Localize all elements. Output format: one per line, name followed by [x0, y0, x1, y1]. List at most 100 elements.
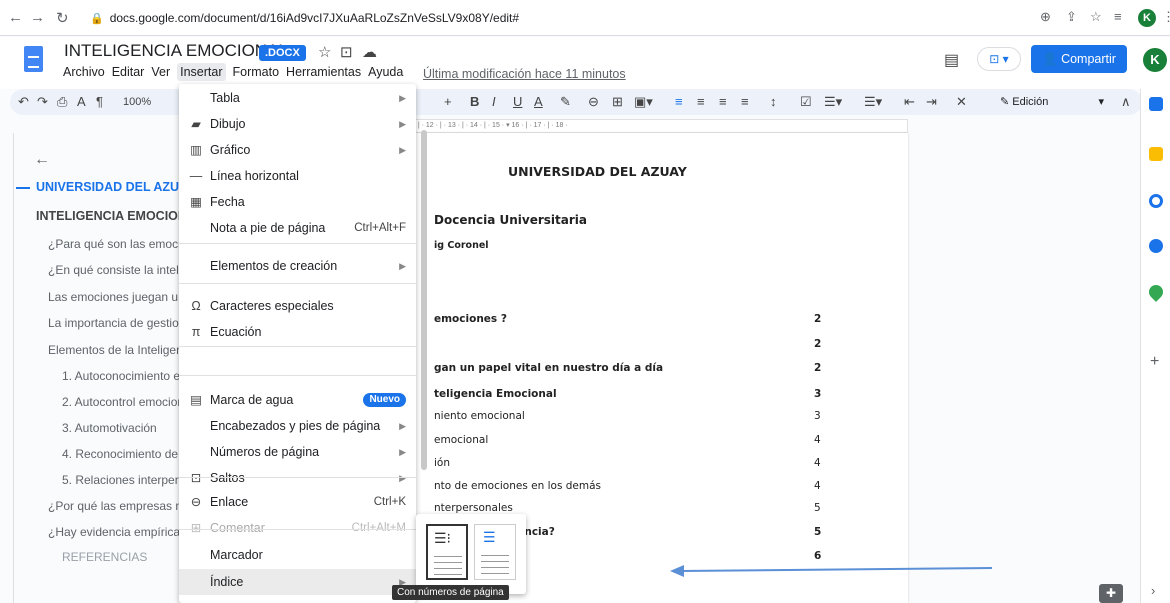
menu-item-fecha[interactable]: ▦ Fecha: [179, 189, 416, 215]
contacts-app-icon[interactable]: [1149, 239, 1163, 253]
redo-icon[interactable]: ↷: [37, 94, 48, 110]
menu-item-elementos-de-creacion[interactable]: Elementos de creación ▶: [179, 253, 416, 279]
reload-icon[interactable]: ↻: [56, 9, 69, 27]
outline-item[interactable]: INTELIGENCIA EMOCION: [36, 209, 187, 223]
menu-item-tabla[interactable]: Tabla ▶: [179, 85, 416, 111]
menu-editar[interactable]: Editar: [112, 65, 145, 79]
menu-item-caracteres-especiales[interactable]: Ω Caracteres especiales: [179, 293, 416, 319]
star-icon[interactable]: ☆: [318, 43, 331, 61]
outline-item[interactable]: UNIVERSIDAD DEL AZUA: [36, 180, 188, 194]
menu-item-numeros-de-pagina[interactable]: Números de página ▶: [179, 439, 416, 465]
text-color-icon[interactable]: A: [534, 94, 543, 109]
clear-formatting-icon[interactable]: ✕: [956, 94, 967, 110]
outline-item[interactable]: ¿En qué consiste la intelig: [48, 263, 188, 277]
toc-entry-text[interactable]: gan un papel vital en nuestro día a día: [434, 362, 663, 374]
browser-menu-icon[interactable]: ⋮: [1162, 9, 1170, 25]
add-addon-icon[interactable]: +: [1150, 353, 1159, 371]
increase-indent-icon[interactable]: ⇥: [926, 94, 937, 110]
menu-scrollbar[interactable]: [421, 130, 427, 470]
outline-item[interactable]: Elementos de la Inteligenc: [48, 343, 189, 357]
outline-item[interactable]: 2. Autocontrol emocior: [62, 395, 181, 409]
menu-formato[interactable]: Formato: [233, 65, 280, 79]
share-button[interactable]: 👤 Compartir: [1031, 45, 1127, 73]
toc-entry-page[interactable]: 2: [814, 338, 821, 350]
numbered-list-icon[interactable]: ☰▾: [864, 94, 882, 110]
outline-item[interactable]: Las emociones juegan un: [48, 290, 185, 304]
toc-with-page-numbers-option[interactable]: ☰⁝: [426, 524, 468, 580]
zoom-select[interactable]: 100%: [123, 96, 151, 108]
menu-item-nota-a-pie-de-pagina[interactable]: Nota a pie de página Ctrl+Alt+F: [179, 215, 416, 241]
bookmark-star-icon[interactable]: ☆: [1090, 9, 1102, 25]
checklist-icon[interactable]: ☑: [800, 94, 812, 110]
outline-item[interactable]: 1. Autoconocimiento er: [62, 369, 184, 383]
last-modified-link[interactable]: Última modificación hace 11 minutos: [423, 67, 626, 81]
menu-item-marca-de-agua[interactable]: ▤ Marca de agua Nuevo: [179, 387, 416, 413]
comments-icon[interactable]: ▤: [944, 50, 959, 70]
toc-entry-text[interactable]: emocional: [434, 434, 488, 446]
toc-entry-page[interactable]: 4: [814, 457, 821, 469]
menu-item-marcador[interactable]: Marcador: [179, 542, 416, 568]
outline-item[interactable]: ¿Para qué son las emocio: [48, 237, 187, 251]
tasks-app-icon[interactable]: [1149, 194, 1163, 208]
toc-entry-page[interactable]: 3: [814, 410, 821, 422]
outline-item[interactable]: 4. Reconocimiento de e: [62, 447, 188, 461]
docs-logo-icon[interactable]: [24, 46, 43, 72]
insert-link-icon[interactable]: ⊖: [588, 94, 599, 110]
print-icon[interactable]: ⎙: [57, 94, 67, 110]
toc-entry-text[interactable]: ión: [434, 457, 450, 469]
toc-entry-page[interactable]: 2: [814, 362, 821, 374]
decrease-indent-icon[interactable]: ⇤: [904, 94, 915, 110]
menu-archivo[interactable]: Archivo: [63, 65, 105, 79]
close-outline-icon[interactable]: ←: [34, 151, 50, 169]
toc-entry-text[interactable]: nto de emociones en los demás: [434, 480, 601, 492]
menu-item-saltos[interactable]: ⊡ Saltos ▶: [179, 465, 416, 491]
toc-entry-page[interactable]: 2: [814, 313, 821, 325]
toc-entry-page[interactable]: 3: [814, 388, 821, 400]
bulleted-list-icon[interactable]: ☰▾: [824, 94, 842, 110]
outline-item[interactable]: ¿Por qué las empresas ne: [48, 499, 189, 513]
zoom-icon[interactable]: ⊕: [1040, 9, 1051, 25]
menu-item-enlace[interactable]: ⊖ Enlace Ctrl+K: [179, 489, 416, 515]
toc-entry-page[interactable]: 5: [814, 526, 821, 538]
font-size-increase-icon[interactable]: +: [444, 94, 452, 109]
menu-item-grafico[interactable]: ▥ Gráfico ▶: [179, 137, 416, 163]
collapse-toolbar-icon[interactable]: ∧: [1121, 94, 1131, 110]
line-spacing-icon[interactable]: ↕: [770, 94, 777, 109]
maps-app-icon[interactable]: [1146, 282, 1166, 302]
justify-icon[interactable]: ≡: [741, 94, 749, 109]
toc-entry-page[interactable]: 6: [814, 550, 821, 562]
share-page-icon[interactable]: ⇪: [1066, 9, 1077, 25]
expand-panel-icon[interactable]: ›: [1151, 583, 1155, 598]
menu-item-indice[interactable]: Índice ▶: [179, 569, 416, 595]
calendar-app-icon[interactable]: [1149, 97, 1163, 111]
explore-button[interactable]: ✚: [1099, 584, 1123, 603]
menu-item-linea-horizontal[interactable]: — Línea horizontal: [179, 163, 416, 189]
toc-entry-page[interactable]: 5: [814, 502, 821, 514]
keep-app-icon[interactable]: [1149, 147, 1163, 161]
outline-item[interactable]: REFERENCIAS: [62, 550, 147, 564]
paint-format-icon[interactable]: ¶: [96, 94, 103, 109]
toc-entry-text[interactable]: nterpersonales: [434, 502, 513, 514]
menu-herramientas[interactable]: Herramientas: [286, 65, 361, 79]
menu-item-dibujo[interactable]: ▰ Dibujo ▶: [179, 111, 416, 137]
align-center-icon[interactable]: ≡: [697, 94, 705, 109]
toc-entry-text[interactable]: teligencia Emocional: [434, 388, 557, 400]
forward-icon[interactable]: →: [30, 9, 45, 26]
cloud-status-icon[interactable]: ☁: [362, 43, 377, 61]
menu-insertar[interactable]: Insertar: [177, 63, 226, 81]
italic-icon[interactable]: I: [492, 94, 496, 109]
editing-mode-select[interactable]: ✎ Edición ▾: [1000, 92, 1108, 112]
menu-item-ecuacion[interactable]: π Ecuación: [179, 319, 416, 345]
url-field[interactable]: 🔒 docs.google.com/document/d/16iAd9vcI7JX…: [90, 7, 980, 29]
spellcheck-icon[interactable]: A: [77, 94, 86, 109]
reading-list-icon[interactable]: ≡: [1114, 9, 1122, 24]
underline-icon[interactable]: U: [513, 94, 522, 109]
profile-avatar[interactable]: K: [1138, 9, 1156, 27]
outline-item[interactable]: La importancia de gestior: [48, 316, 183, 330]
toc-entry-text[interactable]: niento emocional: [434, 410, 525, 422]
toc-entry-page[interactable]: 4: [814, 480, 821, 492]
outline-item[interactable]: ¿Hay evidencia empírica c: [48, 525, 189, 539]
menu-ver[interactable]: Ver: [151, 65, 170, 79]
document-title[interactable]: INTELIGENCIA EMOCIONAL: [64, 41, 288, 61]
present-button[interactable]: ⊡ ▾: [977, 47, 1021, 71]
